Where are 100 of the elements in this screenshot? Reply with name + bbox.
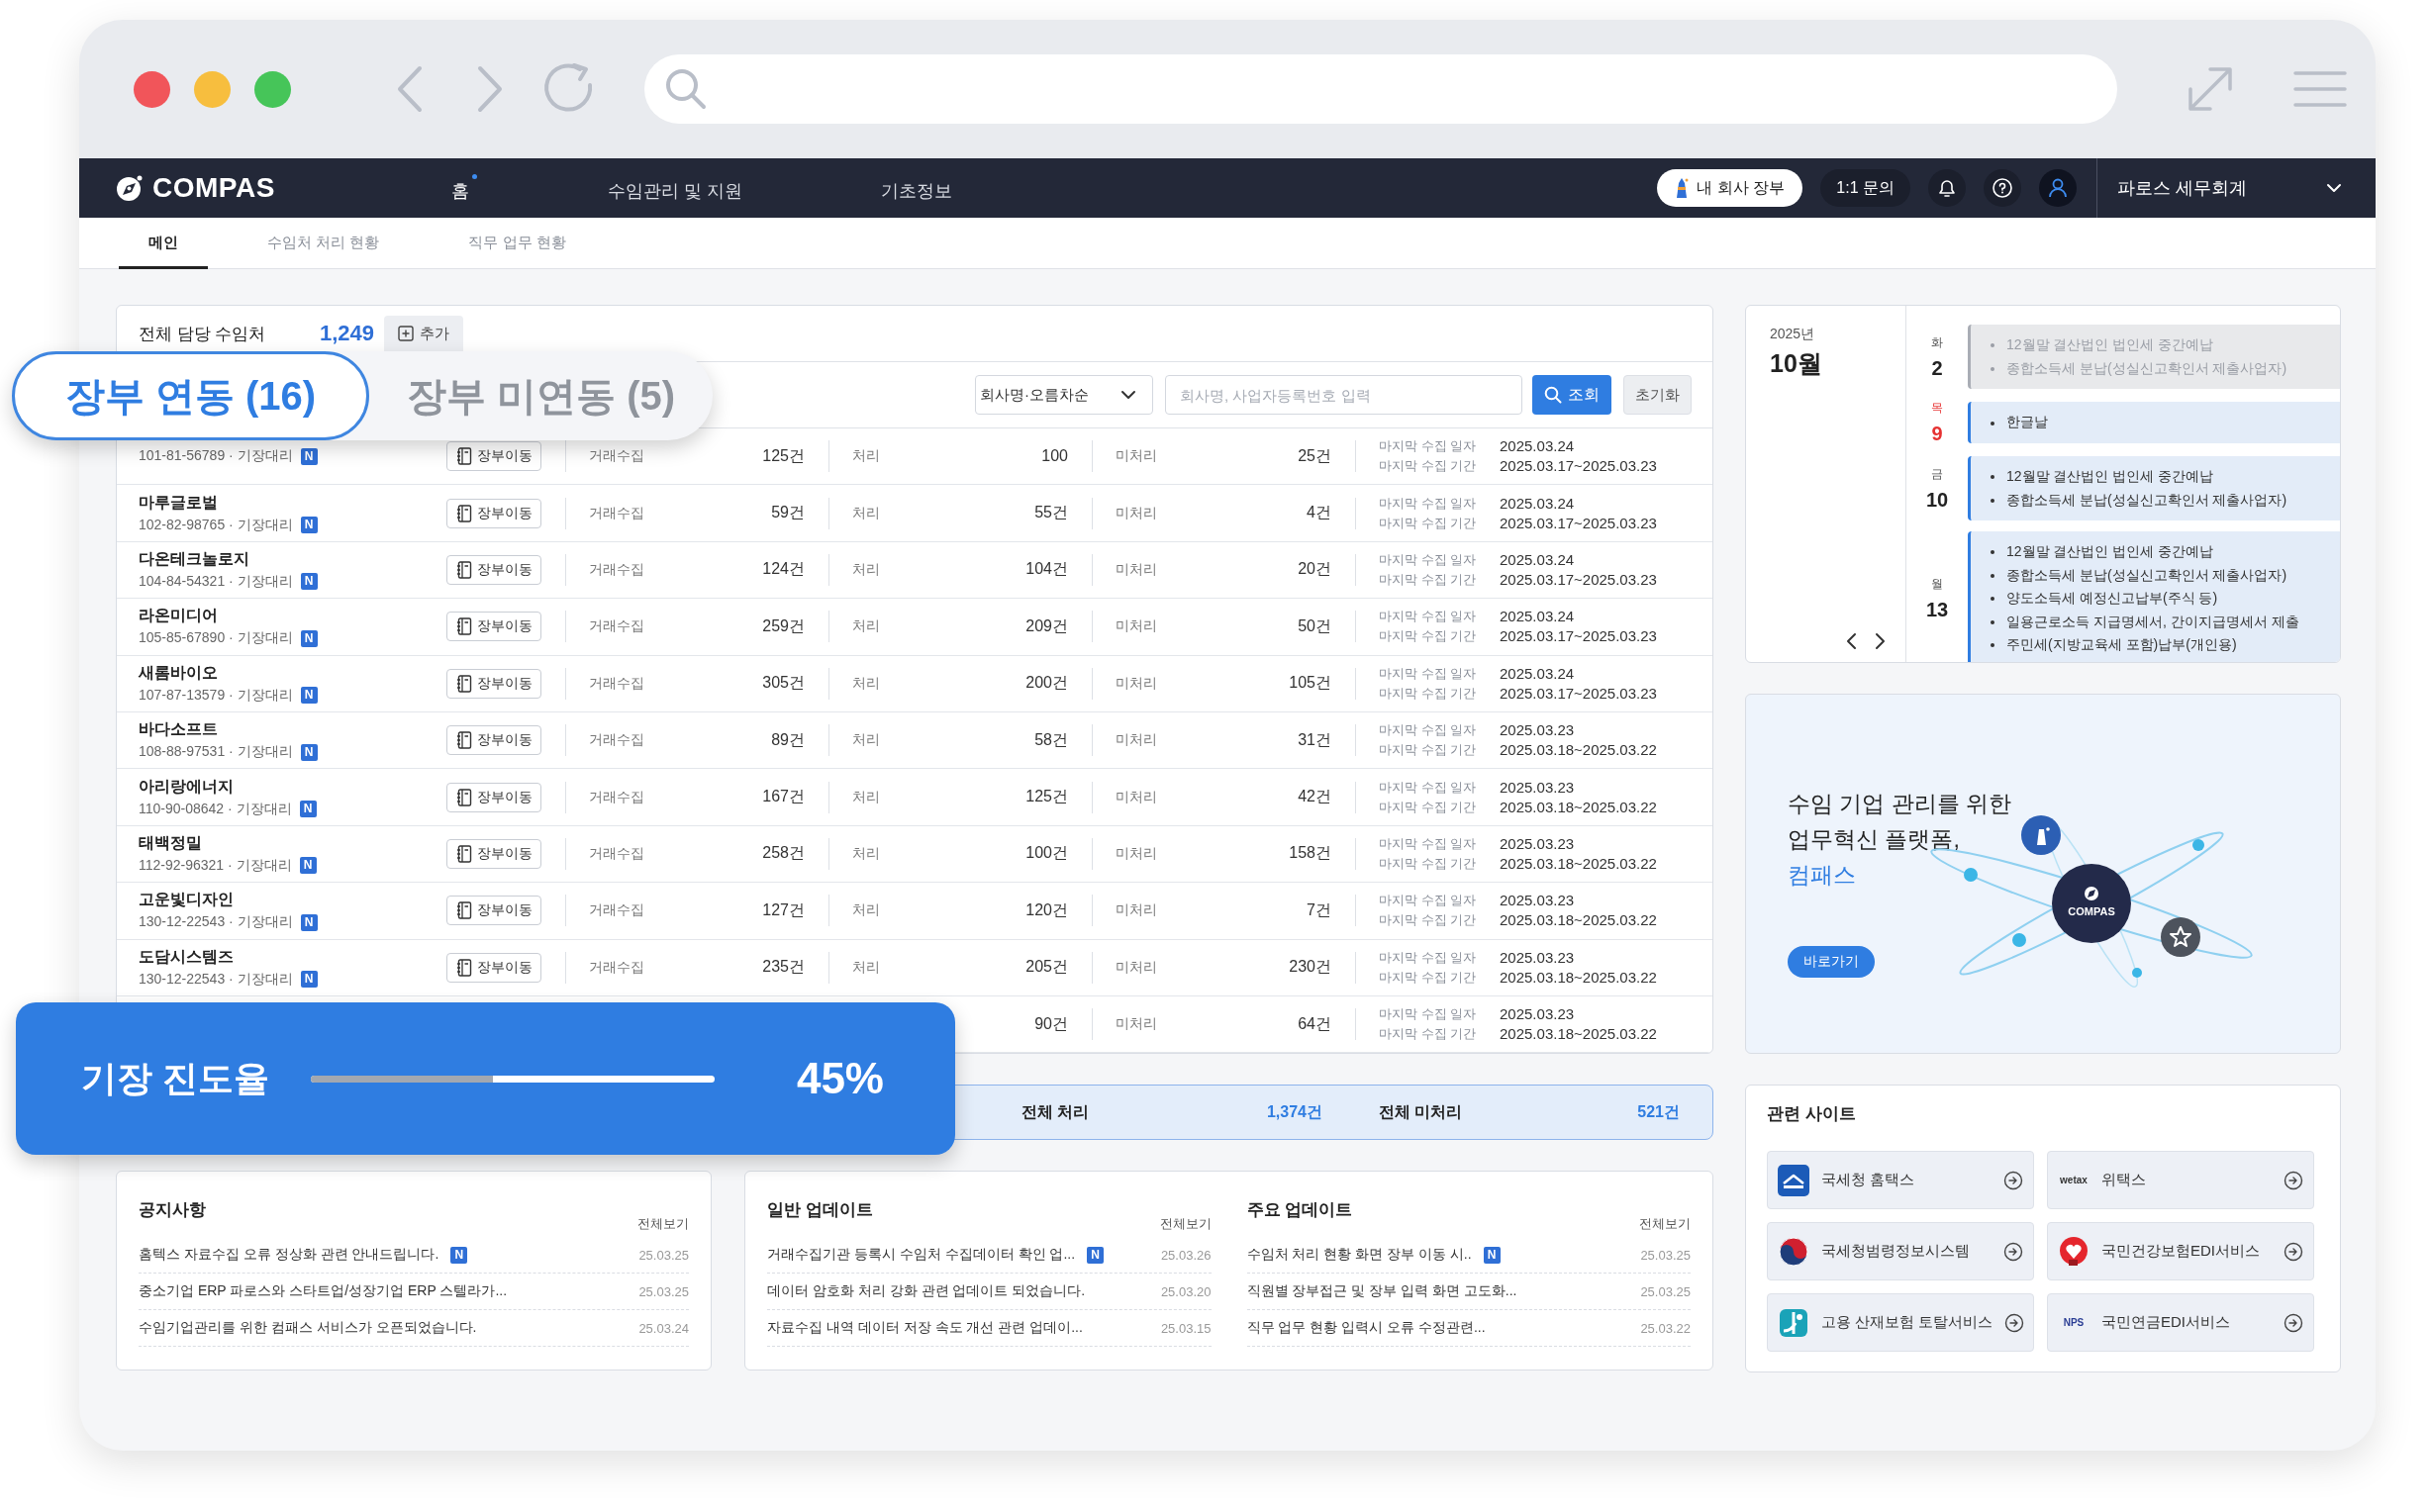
post-title[interactable]: 거래수집기관 등록시 수임처 수집데이터 확인 업... xyxy=(767,1246,1076,1264)
search-field[interactable]: 회사명, 사업자등록번호 입력 xyxy=(1165,375,1522,415)
sort-dropdown[interactable]: 회사명·오름차순 xyxy=(975,375,1153,415)
post-title[interactable]: 수임처 처리 현황 화면 장부 이동 시.. xyxy=(1246,1246,1472,1264)
user-icon[interactable] xyxy=(2039,169,2077,207)
minimize-button[interactable] xyxy=(194,70,231,108)
add-button[interactable]: 추가 xyxy=(384,316,464,351)
nav-item[interactable]: 기초정보 xyxy=(881,174,960,202)
post-title[interactable]: 직무 업무 현황 입력시 오류 수정관련... xyxy=(1246,1319,1486,1337)
post-date: 25.03.22 xyxy=(1640,1320,1691,1336)
move-ledger-button[interactable]: 장부이동 xyxy=(446,896,541,926)
site-link[interactable]: NPS 국민연금EDI서비스 xyxy=(2047,1293,2314,1352)
new-badge: N xyxy=(1483,1246,1501,1264)
date-label: 마지막 수집 일자 xyxy=(1379,1005,1478,1024)
date-text: 2025.03.23 xyxy=(1500,721,1576,740)
book-icon xyxy=(455,731,472,750)
move-ledger-button[interactable]: 장부이동 xyxy=(446,725,541,756)
view-all-link[interactable]: 전체보기 xyxy=(1159,1215,1212,1233)
status-label: 처리 xyxy=(851,731,881,750)
company-name: 새롬바이오 xyxy=(139,662,219,683)
post-title[interactable]: 홈텍스 자료수집 오류 정상화 관련 안내드립니다. xyxy=(139,1246,439,1264)
new-badge: N xyxy=(300,971,318,989)
date-label: 마지막 수집 기간 xyxy=(1379,798,1478,816)
logo-text: COMPAS xyxy=(152,172,275,204)
menu-icon[interactable] xyxy=(2293,69,2347,109)
inquiry-button[interactable]: 1:1 문의 xyxy=(1820,169,1910,207)
status-label: 미처리 xyxy=(1115,560,1158,579)
status-label: 거래수집 xyxy=(588,504,645,522)
view-all-link[interactable]: 전체보기 xyxy=(1639,1215,1691,1233)
count-text: 235건 xyxy=(762,957,805,978)
count-text: 7건 xyxy=(1307,899,1331,920)
post-title[interactable]: 수임기업관리를 위한 컴패스 서비스가 오픈되었습니다. xyxy=(139,1319,477,1337)
move-ledger-button[interactable]: 장부이동 xyxy=(446,838,541,869)
event-text: 종합소득세 분납(성실신고확인서 제출사업자) xyxy=(1991,488,2340,512)
date-text: 2025.03.23 xyxy=(1500,1005,1576,1024)
status-label: 처리 xyxy=(851,958,881,977)
move-ledger-button[interactable]: 장부이동 xyxy=(446,782,541,812)
company-name: 도담시스템즈 xyxy=(139,946,235,967)
company-name: 태백정밀 xyxy=(139,832,203,853)
date-text: 2025.03.18~2025.03.22 xyxy=(1500,854,1657,873)
arrow-circle-icon xyxy=(2003,1170,2023,1190)
site-link[interactable]: 국세청범령정보시스템 xyxy=(1767,1222,2034,1280)
move-ledger-button[interactable]: 장부이동 xyxy=(446,554,541,585)
search-button[interactable]: 조회 xyxy=(1532,375,1611,415)
go-button[interactable]: 바로가기 xyxy=(1788,946,1875,978)
maximize-button[interactable] xyxy=(254,70,291,108)
move-ledger-button[interactable]: 장부이동 xyxy=(446,668,541,699)
move-ledger-button[interactable]: 장부이동 xyxy=(446,498,541,528)
count-text: 124건 xyxy=(762,559,805,580)
site-link[interactable]: 국세청 홈택스 xyxy=(1767,1151,2034,1209)
close-button[interactable] xyxy=(134,70,170,108)
count-text: 258건 xyxy=(762,843,805,864)
reset-button[interactable]: 초기화 xyxy=(1623,375,1692,415)
date-label: 마지막 수집 일자 xyxy=(1379,948,1478,967)
post-date: 25.03.15 xyxy=(1160,1320,1212,1336)
post-title[interactable]: 직원별 장부접근 및 장부 입력 화면 고도화... xyxy=(1246,1282,1517,1300)
help-icon[interactable] xyxy=(1984,169,2021,207)
month-text: 10월 xyxy=(1770,348,1823,379)
site-link[interactable]: 고용 산재보험 토탈서비스 xyxy=(1767,1293,2034,1352)
date-text: 2025.03.24 xyxy=(1500,664,1576,683)
my-books-button[interactable]: 내 회사 장부 xyxy=(1657,169,1803,207)
site-link[interactable]: 국민건강보험EDI서비스 xyxy=(2047,1222,2314,1280)
weekday-text: 화 xyxy=(1931,333,1943,351)
section-title: 관련 사이트 xyxy=(1767,1103,1857,1125)
move-ledger-button[interactable]: 장부이동 xyxy=(446,612,541,642)
chevron-right-icon[interactable] xyxy=(1875,632,1887,650)
date-text: 2025.03.17~2025.03.23 xyxy=(1500,457,1657,476)
segment-tab[interactable]: 장부 연동 (16) xyxy=(12,351,369,440)
arrow-circle-icon xyxy=(2284,1170,2303,1190)
day-number: 9 xyxy=(1931,423,1943,445)
status-label: 거래수집 xyxy=(588,447,645,466)
date-text: 2025.03.18~2025.03.22 xyxy=(1500,968,1657,987)
date-text: 2025.03.18~2025.03.22 xyxy=(1500,798,1657,816)
site-link[interactable]: wetax 위택스 xyxy=(2047,1151,2314,1209)
post-title[interactable]: 데이터 암호화 처리 강화 관련 업데이트 되었습니다. xyxy=(767,1282,1086,1300)
date-label: 마지막 수집 일자 xyxy=(1379,834,1478,853)
event-text: 종합소득세 분납(성실신고확인서 제출사업자) xyxy=(1991,356,2340,380)
nav-item[interactable]: 수임관리 및 지원 xyxy=(608,174,750,202)
registration-text: 102-82-98765 · 기장대리 xyxy=(139,516,293,534)
expand-icon[interactable] xyxy=(2187,65,2234,113)
bell-icon[interactable] xyxy=(1928,169,1966,207)
post-date: 25.03.25 xyxy=(1640,1283,1691,1299)
post-title[interactable]: 중소기업 ERP 파로스와 스타트업/성장기업 ERP 스텔라가... xyxy=(139,1282,508,1300)
date-label: 마지막 수집 일자 xyxy=(1379,778,1478,797)
count-text: 55건 xyxy=(1034,503,1068,523)
chevron-left-icon[interactable] xyxy=(1845,632,1857,650)
event-text: 12월말 결산법인 법인세 중간예납 xyxy=(1991,465,2340,489)
status-label: 거래수집 xyxy=(588,674,645,693)
view-all-link[interactable]: 전체보기 xyxy=(637,1215,689,1233)
date-text: 2025.03.17~2025.03.23 xyxy=(1500,514,1657,532)
count-text: 50건 xyxy=(1298,615,1331,636)
post-title[interactable]: 자료수집 내역 데이터 저장 속도 개선 관련 업데이... xyxy=(767,1319,1083,1337)
site-logo: wetax xyxy=(2059,1175,2089,1185)
nav-item[interactable]: 홈 xyxy=(451,174,477,202)
move-ledger-button[interactable]: 장부이동 xyxy=(446,952,541,983)
tab[interactable]: 메인 xyxy=(119,218,208,269)
post-date: 25.03.26 xyxy=(1160,1247,1212,1263)
lighthouse-icon xyxy=(1675,177,1690,199)
registration-text: 101-81-56789 · 기장대리 xyxy=(139,447,293,466)
move-ledger-button[interactable]: 장부이동 xyxy=(446,441,541,472)
